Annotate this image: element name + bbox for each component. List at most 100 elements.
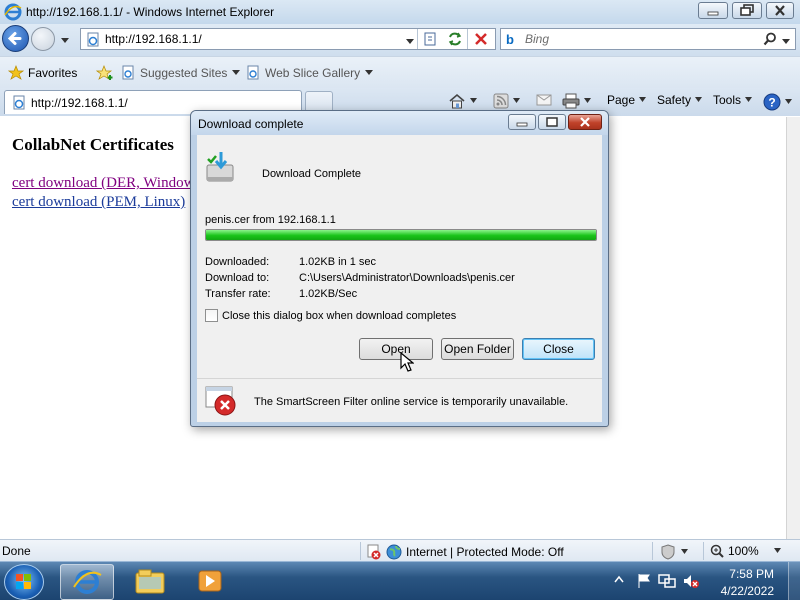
- page-icon: [85, 32, 101, 51]
- ie-titlebar: http://192.168.1.1/ - Windows Internet E…: [0, 0, 800, 24]
- maximize-button[interactable]: [732, 2, 762, 19]
- page-icon: [247, 65, 259, 80]
- minimize-button[interactable]: [698, 2, 728, 19]
- close-when-complete-checkbox[interactable]: [205, 309, 218, 322]
- download-complete-icon: [205, 151, 239, 188]
- transfer-rate-value: 1.02KB/Sec: [299, 288, 358, 300]
- forward-button[interactable]: [31, 27, 55, 51]
- compatibility-view-icon[interactable]: [423, 31, 439, 50]
- star-icon: [8, 65, 24, 80]
- smartscreen-message: The SmartScreen Filter online service is…: [254, 396, 569, 408]
- address-dropdown-icon[interactable]: [405, 35, 415, 49]
- recent-pages-dropdown-icon[interactable]: [60, 34, 70, 48]
- safety-menu-label: Safety: [657, 93, 692, 107]
- cert-download-pem-link[interactable]: cert download (PEM, Linux): [12, 194, 185, 211]
- chevron-down-icon: [773, 548, 781, 553]
- navigation-bar: http://192.168.1.1/ b Bing: [0, 24, 800, 56]
- start-button[interactable]: [4, 564, 44, 600]
- dialog-close-button[interactable]: [568, 114, 602, 130]
- dialog-maximize-button[interactable]: [538, 114, 566, 130]
- vertical-scrollbar[interactable]: [786, 117, 800, 539]
- web-slice-gallery-label: Web Slice Gallery: [265, 66, 361, 80]
- close-button[interactable]: Close: [522, 338, 595, 360]
- downloaded-label: Downloaded:: [205, 256, 270, 268]
- dialog-title: Download complete: [198, 117, 304, 131]
- cert-download-der-link[interactable]: cert download (DER, Windows): [12, 175, 205, 192]
- open-button[interactable]: Open: [359, 338, 433, 360]
- arrow-left-icon: [7, 32, 22, 45]
- smartscreen-error-icon: [205, 386, 239, 421]
- page-menu[interactable]: Page: [607, 93, 647, 107]
- chevron-down-icon: [584, 98, 591, 103]
- help-icon: ?: [763, 93, 781, 111]
- download-to-label: Download to:: [205, 272, 270, 284]
- search-placeholder[interactable]: Bing: [525, 32, 549, 46]
- chevron-down-icon: [695, 97, 703, 102]
- status-bar: Done Internet | Protected Mode: Off 100%: [0, 539, 800, 561]
- web-slice-gallery-link[interactable]: Web Slice Gallery: [245, 65, 374, 81]
- tools-menu-label: Tools: [713, 93, 742, 107]
- show-desktop-button[interactable]: [788, 562, 800, 600]
- downloaded-value: 1.02KB in 1 sec: [299, 256, 377, 268]
- chevron-down-icon: [513, 98, 520, 103]
- zoom-icon: [710, 544, 724, 558]
- suggested-sites-label: Suggested Sites: [140, 66, 228, 80]
- action-center-flag-icon[interactable]: [636, 573, 652, 589]
- close-when-complete-label[interactable]: Close this dialog box when download comp…: [222, 310, 456, 322]
- network-icon[interactable]: [658, 573, 676, 589]
- shield-icon: [661, 544, 675, 560]
- add-to-favorites-bar-icon[interactable]: [96, 65, 114, 81]
- chevron-down-icon: [470, 98, 477, 103]
- safety-menu[interactable]: Safety: [657, 93, 703, 107]
- address-url[interactable]: http://192.168.1.1/: [105, 32, 202, 46]
- dialog-separator: [197, 378, 602, 379]
- back-button[interactable]: [2, 25, 29, 52]
- search-box[interactable]: b Bing: [500, 28, 796, 50]
- clock-date[interactable]: 4/22/2022: [721, 584, 774, 598]
- search-options-dropdown-icon[interactable]: [781, 35, 791, 49]
- chevron-down-icon: [365, 70, 374, 75]
- clock-time[interactable]: 7:58 PM: [729, 567, 774, 581]
- suggested-sites-link[interactable]: Suggested Sites: [120, 65, 241, 81]
- favorites-button[interactable]: Favorites: [8, 65, 77, 81]
- volume-muted-icon[interactable]: [682, 573, 700, 589]
- close-when-complete-option[interactable]: Close this dialog box when download comp…: [205, 309, 456, 322]
- search-icon[interactable]: [763, 32, 777, 49]
- taskbar-windows-explorer[interactable]: [124, 564, 178, 600]
- ie-logo-icon: [73, 570, 102, 594]
- dialog-titlebar[interactable]: Download complete: [191, 111, 608, 135]
- show-hidden-icons-icon[interactable]: [614, 575, 624, 583]
- taskbar-internet-explorer[interactable]: [60, 564, 114, 600]
- ie-logo-icon: [4, 3, 22, 24]
- chevron-down-icon: [745, 97, 753, 102]
- download-progress-fill: [206, 230, 596, 240]
- home-button[interactable]: [448, 93, 478, 109]
- open-folder-button[interactable]: Open Folder: [441, 338, 514, 360]
- taskbar: 7:58 PM 4/22/2022: [0, 561, 800, 600]
- address-bar[interactable]: http://192.168.1.1/: [80, 28, 496, 50]
- refresh-icon[interactable]: [447, 31, 463, 50]
- protected-mode-toggle[interactable]: [660, 544, 689, 560]
- page-heading: CollabNet Certificates: [12, 135, 174, 154]
- bing-icon: b: [506, 32, 514, 47]
- zoom-control[interactable]: 100%: [710, 544, 782, 558]
- download-progress-bar: [205, 229, 597, 241]
- favorites-label: Favorites: [28, 66, 78, 80]
- download-complete-dialog: Download complete Download Complete peni…: [190, 110, 609, 427]
- download-to-value: C:\Users\Administrator\Downloads\penis.c…: [299, 272, 515, 284]
- close-window-button[interactable]: [766, 2, 794, 19]
- security-zone[interactable]: Internet | Protected Mode: Off: [366, 544, 564, 560]
- system-tray: 7:58 PM 4/22/2022: [604, 562, 794, 600]
- transfer-rate-label: Transfer rate:: [205, 288, 271, 300]
- print-button[interactable]: [562, 93, 592, 109]
- taskbar-media-player[interactable]: [184, 564, 238, 600]
- dialog-minimize-button[interactable]: [508, 114, 536, 130]
- page-icon: [122, 65, 134, 80]
- feeds-button[interactable]: [493, 93, 521, 109]
- help-button[interactable]: ?: [763, 93, 793, 111]
- read-mail-button[interactable]: [536, 93, 552, 107]
- tools-menu[interactable]: Tools: [713, 93, 753, 107]
- stop-icon[interactable]: [473, 31, 489, 50]
- printer-icon: [562, 93, 580, 109]
- status-text: Done: [2, 544, 31, 558]
